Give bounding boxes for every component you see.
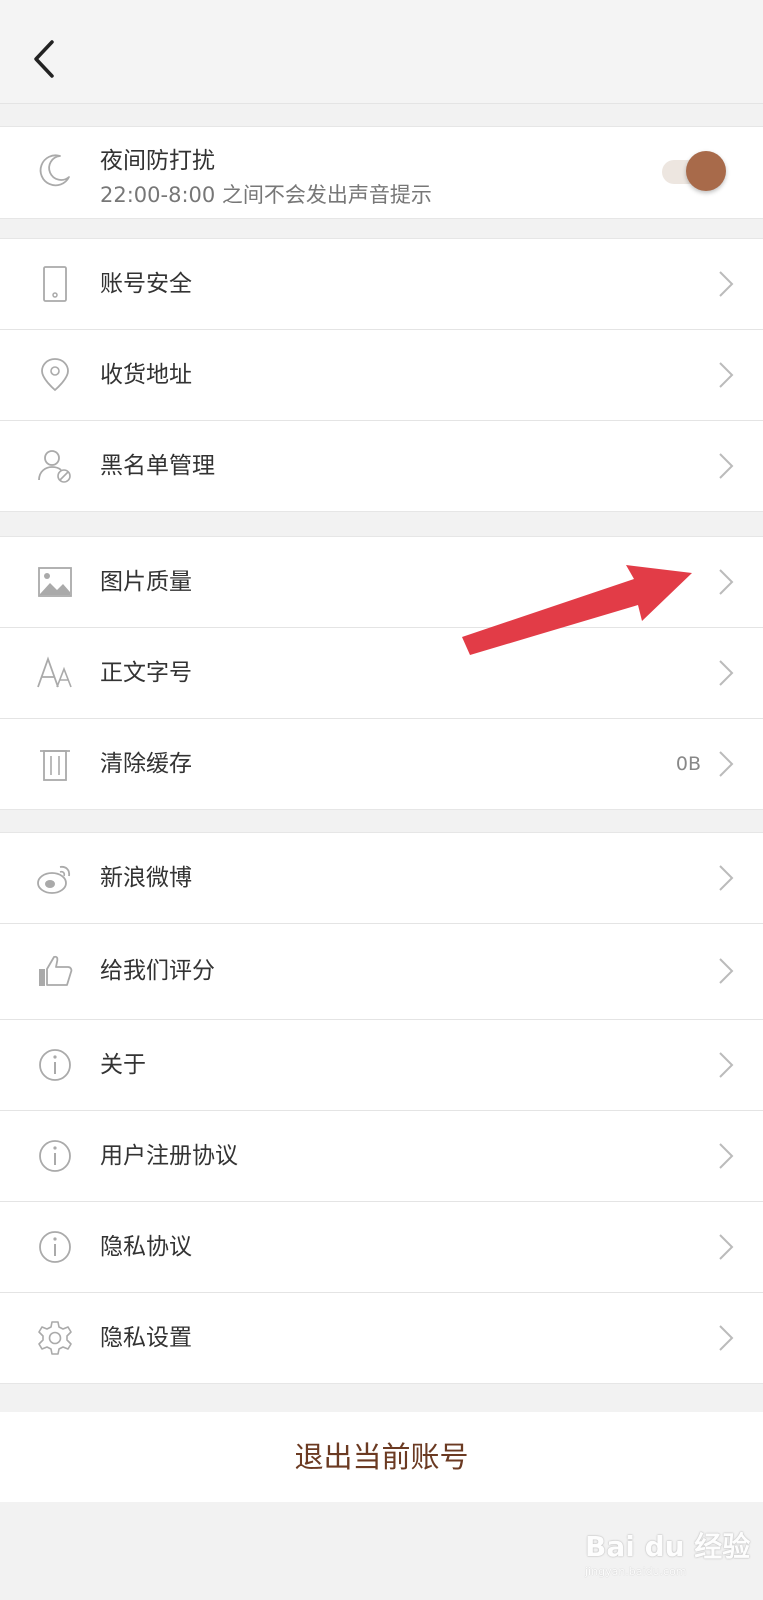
row-label: 关于 [100,1052,146,1078]
row-label: 正文字号 [100,660,192,686]
row-clear-cache[interactable]: 清除缓存 0B [0,719,763,809]
image-icon [36,563,74,601]
thumbs-up-icon [36,952,74,990]
row-label: 隐私设置 [100,1325,192,1351]
display-section: 图片质量 正文字号 清除缓存 0B [0,536,763,810]
chevron-right-icon [717,1141,735,1171]
row-sina-weibo[interactable]: 新浪微博 [0,833,763,924]
account-section: 账号安全 收货地址 黑名单管理 [0,238,763,512]
row-label: 清除缓存 [100,751,192,777]
row-image-quality[interactable]: 图片质量 [0,537,763,628]
row-label: 新浪微博 [100,865,192,891]
chevron-right-icon [717,451,735,481]
row-about[interactable]: 关于 [0,1020,763,1111]
chevron-right-icon [717,863,735,893]
chevron-right-icon [717,269,735,299]
back-button[interactable] [28,38,62,80]
row-label: 黑名单管理 [100,453,215,479]
row-label: 隐私协议 [100,1234,192,1260]
gear-icon [36,1319,74,1357]
info-icon [36,1046,74,1084]
moon-icon [36,151,74,189]
cache-size-value: 0B [675,753,701,775]
logout-label: 退出当前账号 [294,1440,469,1474]
chevron-right-icon [717,1050,735,1080]
night-mode-toggle[interactable] [662,151,726,191]
chevron-right-icon [717,749,735,779]
chevron-right-icon [717,1232,735,1262]
row-rate-us[interactable]: 给我们评分 [0,924,763,1020]
night-mode-title: 夜间防打扰 [100,148,215,174]
baidu-watermark: Bai du 经验 jingyan.baidu.com [585,1515,755,1585]
night-mode-row: 夜间防打扰 22:00-8:00 之间不会发出声音提示 [0,126,763,219]
weibo-icon [36,859,74,897]
row-privacy-settings[interactable]: 隐私设置 [0,1293,763,1383]
top-bar [0,0,763,104]
row-privacy-agreement[interactable]: 隐私协议 [0,1202,763,1293]
row-font-size[interactable]: 正文字号 [0,628,763,719]
row-label: 图片质量 [100,569,192,595]
row-blacklist[interactable]: 黑名单管理 [0,421,763,511]
chevron-left-icon [34,40,54,78]
row-label: 账号安全 [100,271,192,297]
about-section: 新浪微博 给我们评分 关于 用户注册协议 隐私协议 隐私设置 [0,832,763,1384]
chevron-right-icon [717,1323,735,1353]
row-label: 收货地址 [100,362,192,388]
logout-button[interactable]: 退出当前账号 [0,1412,763,1502]
row-account-security[interactable]: 账号安全 [0,239,763,330]
user-block-icon [36,447,74,485]
row-label: 给我们评分 [100,958,215,984]
location-pin-icon [36,356,74,394]
info-icon [36,1228,74,1266]
watermark-text: Bai du 经验 [585,1530,751,1563]
chevron-right-icon [717,956,735,986]
chevron-right-icon [717,360,735,390]
row-shipping-address[interactable]: 收货地址 [0,330,763,421]
row-user-agreement[interactable]: 用户注册协议 [0,1111,763,1202]
watermark-sub: jingyan.baidu.com [585,1565,687,1578]
phone-icon [36,265,74,303]
chevron-right-icon [717,567,735,597]
night-mode-subtitle: 22:00-8:00 之间不会发出声音提示 [100,183,432,207]
chevron-right-icon [717,658,735,688]
row-label: 用户注册协议 [100,1143,238,1169]
toggle-knob [686,151,726,191]
trash-icon [36,745,74,783]
font-size-icon [36,654,74,692]
info-icon [36,1137,74,1175]
